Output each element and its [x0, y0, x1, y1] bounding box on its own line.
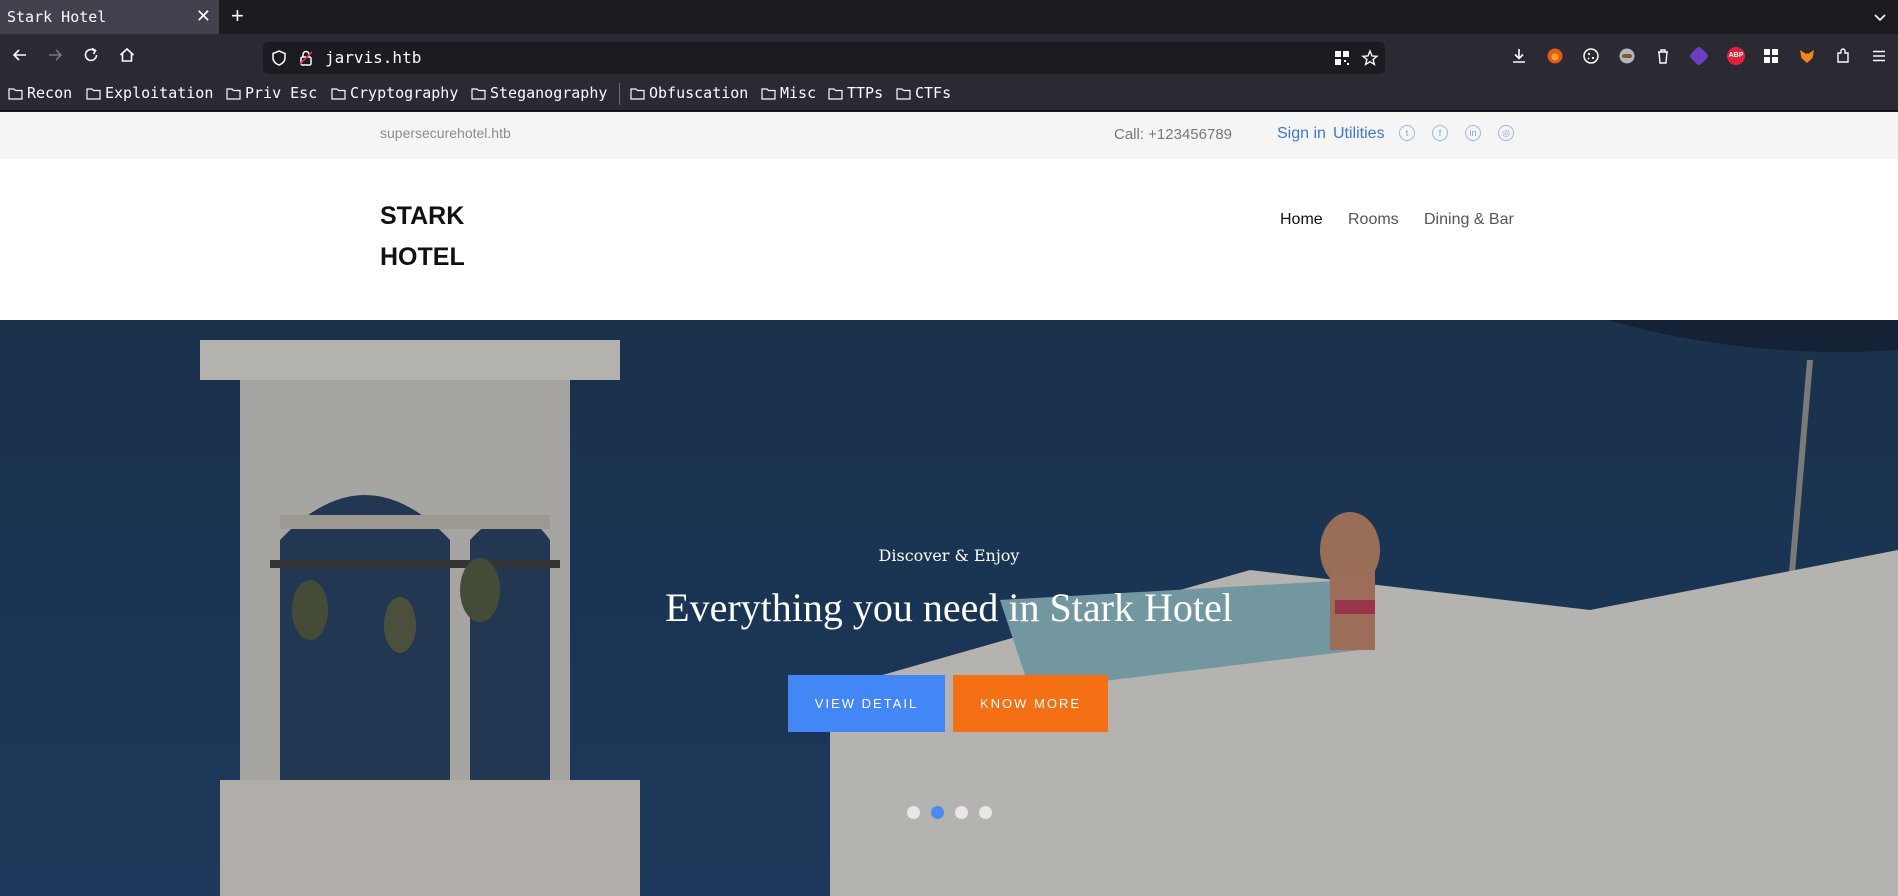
bookmark-label: Priv Esc: [245, 84, 318, 102]
folder-icon: [828, 87, 843, 100]
forward-icon[interactable]: [44, 44, 66, 66]
bookmark-folder-misc[interactable]: Misc: [761, 84, 816, 102]
bookmark-folder-exploitation[interactable]: Exploitation: [86, 84, 213, 102]
grid-extension-icon[interactable]: [1762, 47, 1780, 65]
cookie-icon[interactable]: [1582, 47, 1600, 65]
bookmark-folder-recon[interactable]: Recon: [8, 84, 72, 102]
hamburger-menu-icon[interactable]: [1870, 47, 1888, 65]
bookmark-separator: [619, 83, 620, 105]
linkedin-icon[interactable]: in: [1465, 125, 1481, 141]
bookmark-label: Steganography: [490, 84, 608, 102]
bookmark-folder-priv-esc[interactable]: Priv Esc: [226, 84, 317, 102]
metamask-fox-icon[interactable]: [1798, 47, 1816, 65]
folder-icon: [331, 87, 346, 100]
extensions-puzzle-icon[interactable]: [1834, 47, 1852, 65]
shield-icon[interactable]: [270, 49, 288, 67]
bookmark-folder-obfuscation[interactable]: Obfuscation: [630, 84, 748, 102]
bookmarks-toolbar: Recon Exploitation Priv Esc Cryptography…: [0, 76, 1898, 111]
tab-title: Stark Hotel: [7, 8, 107, 26]
folder-icon: [226, 87, 241, 100]
adblock-icon[interactable]: ABP: [1727, 47, 1745, 65]
bookmark-folder-cryptography[interactable]: Cryptography: [331, 84, 458, 102]
bookmark-label: CTFs: [915, 84, 952, 102]
bookmark-folder-ctfs[interactable]: CTFs: [896, 84, 951, 102]
address-bar[interactable]: jarvis.htb: [263, 42, 1385, 74]
nav-dining-bar[interactable]: Dining & Bar: [1424, 211, 1514, 229]
bookmark-label: Exploitation: [105, 84, 214, 102]
home-icon[interactable]: [116, 44, 138, 66]
bookmark-label: Misc: [780, 84, 817, 102]
bookmark-label: Obfuscation: [649, 84, 749, 102]
view-detail-button[interactable]: VIEW DETAIL: [788, 675, 945, 732]
instagram-icon[interactable]: ◎: [1498, 125, 1514, 141]
extension-badge-icon[interactable]: [1688, 45, 1710, 67]
nav-rooms[interactable]: Rooms: [1348, 211, 1399, 229]
folder-icon: [471, 87, 486, 100]
bookmark-label: Cryptography: [350, 84, 459, 102]
qr-code-icon[interactable]: [1333, 49, 1351, 67]
reload-icon[interactable]: [80, 44, 102, 66]
slider-dot-2[interactable]: [931, 806, 944, 819]
hero-title: Everything you need in Stark Hotel: [665, 585, 1233, 630]
bookmark-label: TTPs: [847, 84, 884, 102]
bookmark-label: Recon: [27, 84, 73, 102]
utilities-link[interactable]: Utilities: [1333, 125, 1385, 143]
foxyproxy-icon[interactable]: [1546, 47, 1564, 65]
folder-icon: [8, 87, 23, 100]
twitter-icon[interactable]: t: [1399, 125, 1415, 141]
hero-slider: Discover & Enjoy Everything you need in …: [0, 320, 1898, 896]
know-more-button[interactable]: KNOW MORE: [953, 675, 1108, 732]
trash-icon[interactable]: [1654, 47, 1672, 65]
new-tab-icon[interactable]: +: [231, 5, 244, 27]
tab-bar: Stark Hotel ✕ +: [0, 0, 1898, 34]
slider-dot-3[interactable]: [955, 806, 968, 819]
site-domain: supersecurehotel.htb: [380, 125, 511, 141]
lock-icon[interactable]: [297, 49, 315, 67]
site-logo[interactable]: STARK HOTEL: [380, 196, 465, 278]
bookmark-folder-ttps[interactable]: TTPs: [828, 84, 883, 102]
logo-line-2: HOTEL: [380, 243, 465, 271]
back-icon[interactable]: [9, 44, 31, 66]
sign-in-link[interactable]: Sign in: [1277, 125, 1326, 143]
folder-icon: [761, 87, 776, 100]
close-tab-icon[interactable]: ✕: [196, 7, 211, 25]
slider-dot-1[interactable]: [907, 806, 920, 819]
web-page: supersecurehotel.htb Call: +123456789 Si…: [0, 112, 1898, 896]
bookmark-star-icon[interactable]: [1361, 49, 1379, 67]
top-info-bar: supersecurehotel.htb Call: +123456789 Si…: [0, 112, 1898, 159]
url-text[interactable]: jarvis.htb: [325, 48, 421, 67]
facebook-icon[interactable]: f: [1432, 125, 1448, 141]
tab-stark-hotel[interactable]: Stark Hotel ✕: [0, 0, 219, 34]
navigation-toolbar: jarvis.htb 8 ABP: [0, 34, 1898, 90]
download-icon[interactable]: [1510, 47, 1528, 65]
folder-icon: [86, 87, 101, 100]
slider-dot-4[interactable]: [979, 806, 992, 819]
phone-number: Call: +123456789: [1114, 126, 1233, 143]
bookmark-folder-steganography[interactable]: Steganography: [471, 84, 607, 102]
hero-subtitle: Discover & Enjoy: [878, 546, 1020, 565]
nav-home[interactable]: Home: [1280, 211, 1323, 229]
folder-icon: [630, 87, 645, 100]
folder-icon: [896, 87, 911, 100]
chevron-down-icon[interactable]: [1872, 9, 1888, 25]
site-header: STARK HOTEL Home Rooms Dining & Bar: [0, 159, 1898, 320]
wappalyzer-icon[interactable]: [1618, 47, 1636, 65]
logo-line-1: STARK: [380, 202, 465, 230]
